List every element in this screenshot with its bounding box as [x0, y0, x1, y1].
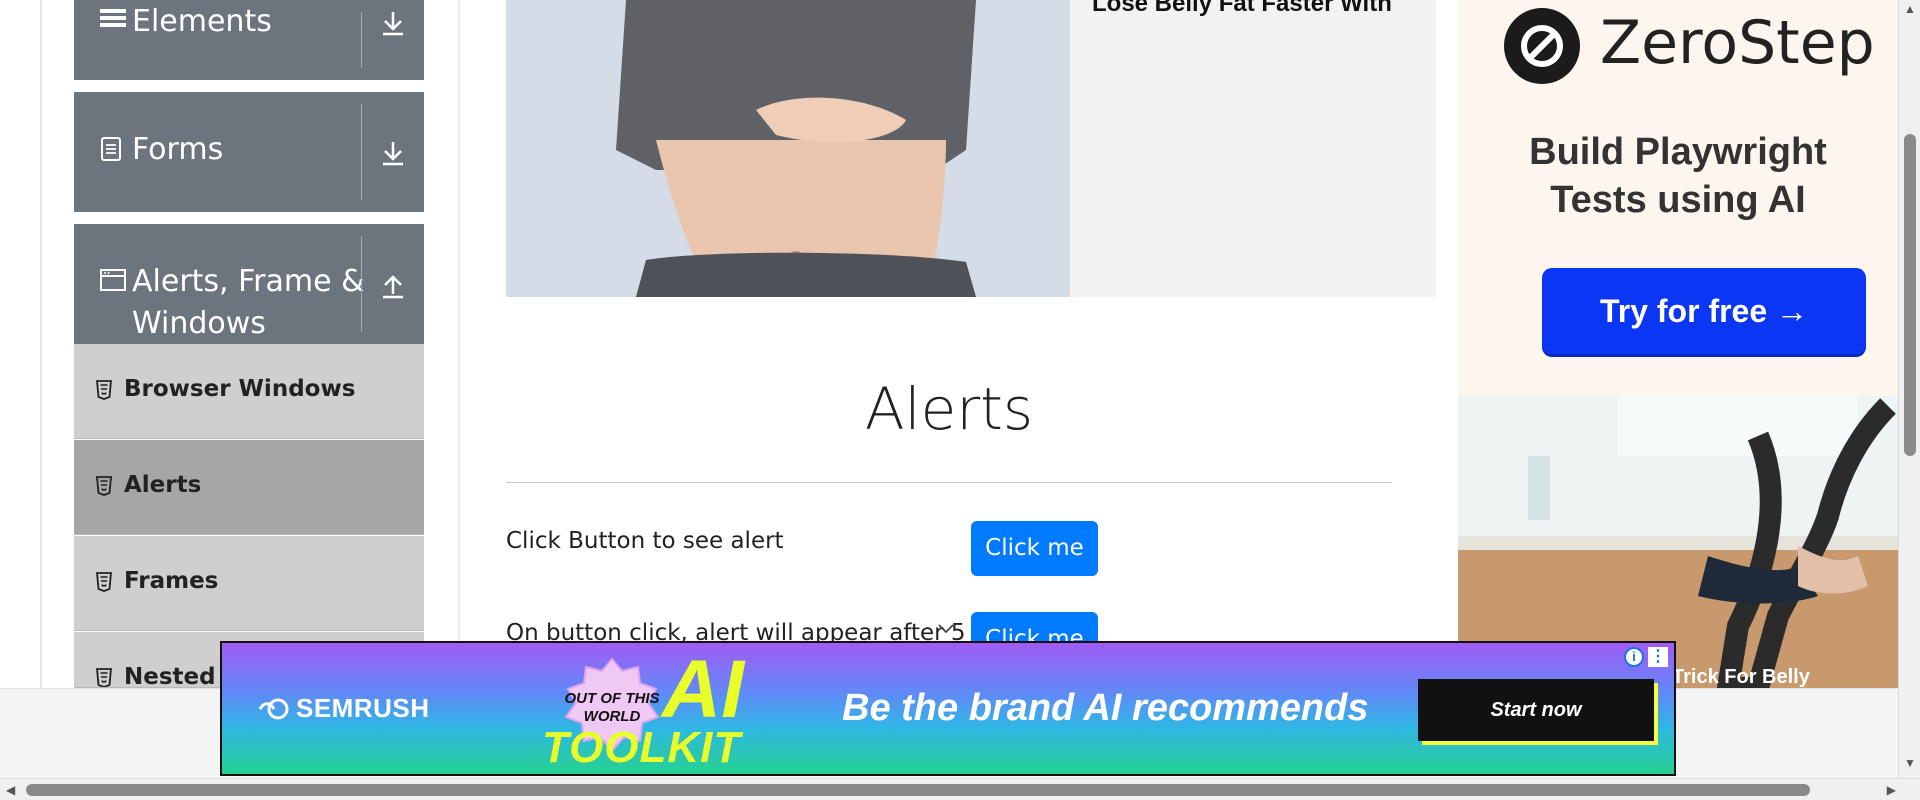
sidebar-item-alerts[interactable]: Alerts	[74, 440, 424, 535]
zerostep-logo-icon	[1504, 8, 1580, 84]
zerostep-brand: ZeroStep	[1600, 8, 1875, 78]
document-icon	[100, 136, 122, 169]
sidebar-group-forms[interactable]: Forms	[74, 92, 424, 212]
start-now-button[interactable]: Start now	[1418, 679, 1654, 741]
title-divider	[506, 482, 1392, 483]
scroll-left-icon[interactable]: ◀	[6, 783, 15, 797]
html5-icon	[96, 572, 112, 592]
left-sidebar: Elements Forms Alerts, Frame & Windows B…	[0, 0, 460, 688]
group-divider	[361, 12, 362, 68]
ad-headline[interactable]: Lose Belly Fat Faster With	[1092, 0, 1392, 18]
chevron-down-icon	[936, 618, 956, 643]
sidebar-item-frames[interactable]: Frames	[74, 536, 424, 631]
vertical-scroll-thumb[interactable]	[1904, 134, 1916, 456]
html5-icon	[96, 476, 112, 496]
horizontal-scrollbar[interactable]: ◀ ▶	[0, 778, 1920, 800]
sidebar-item-label: Frames	[124, 568, 219, 594]
page-title: Alerts	[864, 375, 1034, 443]
sidebar-group-label: Elements	[132, 4, 272, 39]
scroll-up-icon[interactable]: ▲	[1904, 2, 1916, 16]
horizontal-scroll-thumb[interactable]	[26, 784, 1810, 796]
semrush-brand: SEMRUSH	[296, 693, 430, 723]
html5-icon	[96, 668, 112, 687]
sidebar-group-label: Forms	[132, 132, 224, 167]
scroll-down-icon[interactable]: ▼	[1904, 756, 1916, 770]
alert-description: Click Button to see alert	[506, 528, 784, 554]
html5-icon	[96, 380, 112, 400]
vertical-scrollbar[interactable]: ▲ ▼	[1898, 0, 1920, 778]
semrush-logo: SEMRUSH	[258, 693, 430, 724]
ad-info-icon[interactable]: i	[1624, 647, 1644, 667]
alert-button[interactable]: Click me	[971, 521, 1098, 576]
menu-icon	[100, 6, 126, 37]
belly-fat-ad-image[interactable]	[506, 0, 1070, 297]
tagline-line1: Build Playwright	[1529, 131, 1827, 173]
download-arrow-icon[interactable]	[376, 6, 410, 40]
sidebar-group-elements[interactable]: Elements	[74, 0, 424, 80]
download-arrow-icon[interactable]	[376, 136, 410, 170]
ad-menu-icon[interactable]: ⋮	[1648, 647, 1668, 667]
sidebar-group-alerts-frame-windows[interactable]: Alerts, Frame & Windows	[74, 224, 424, 344]
banner-slogan: Be the brand AI recommends	[842, 687, 1369, 729]
zerostep-ad[interactable]: ZeroStep Build Playwright Tests using AI…	[1458, 0, 1898, 396]
sidebar-group-label-line1: Alerts, Frame &	[132, 264, 365, 299]
sidebar-right-border	[458, 0, 460, 688]
sidebar-item-label: Browser Windows	[124, 376, 356, 402]
fitness-ad-caption[interactable]: Trick For Belly	[1672, 666, 1810, 689]
upload-arrow-icon[interactable]	[376, 268, 410, 302]
ad-text-panel	[1070, 0, 1436, 297]
zerostep-tagline: Build Playwright Tests using AI	[1458, 128, 1898, 224]
sidebar-item-label: Alerts	[124, 472, 202, 498]
sidebar-left-border	[40, 0, 42, 688]
badge-line1: OUT OF THIS	[565, 690, 660, 707]
group-divider	[361, 104, 362, 200]
group-divider	[361, 236, 362, 332]
right-ad-column: ZeroStep Build Playwright Tests using AI…	[1436, 0, 1898, 688]
semrush-banner-ad[interactable]: SEMRUSH OUT OF THIS WORLD AI TOOLKIT Be …	[220, 641, 1676, 776]
toolkit-wordmark: TOOLKIT	[542, 723, 742, 772]
sidebar-item-browser-windows[interactable]: Browser Windows	[74, 344, 424, 439]
window-icon	[100, 268, 126, 299]
try-for-free-button[interactable]: Try for free →	[1542, 268, 1866, 354]
scroll-right-icon[interactable]: ▶	[1887, 783, 1896, 797]
sidebar-group-label-line2: Windows	[132, 306, 266, 341]
tagline-line2: Tests using AI	[1550, 179, 1806, 221]
